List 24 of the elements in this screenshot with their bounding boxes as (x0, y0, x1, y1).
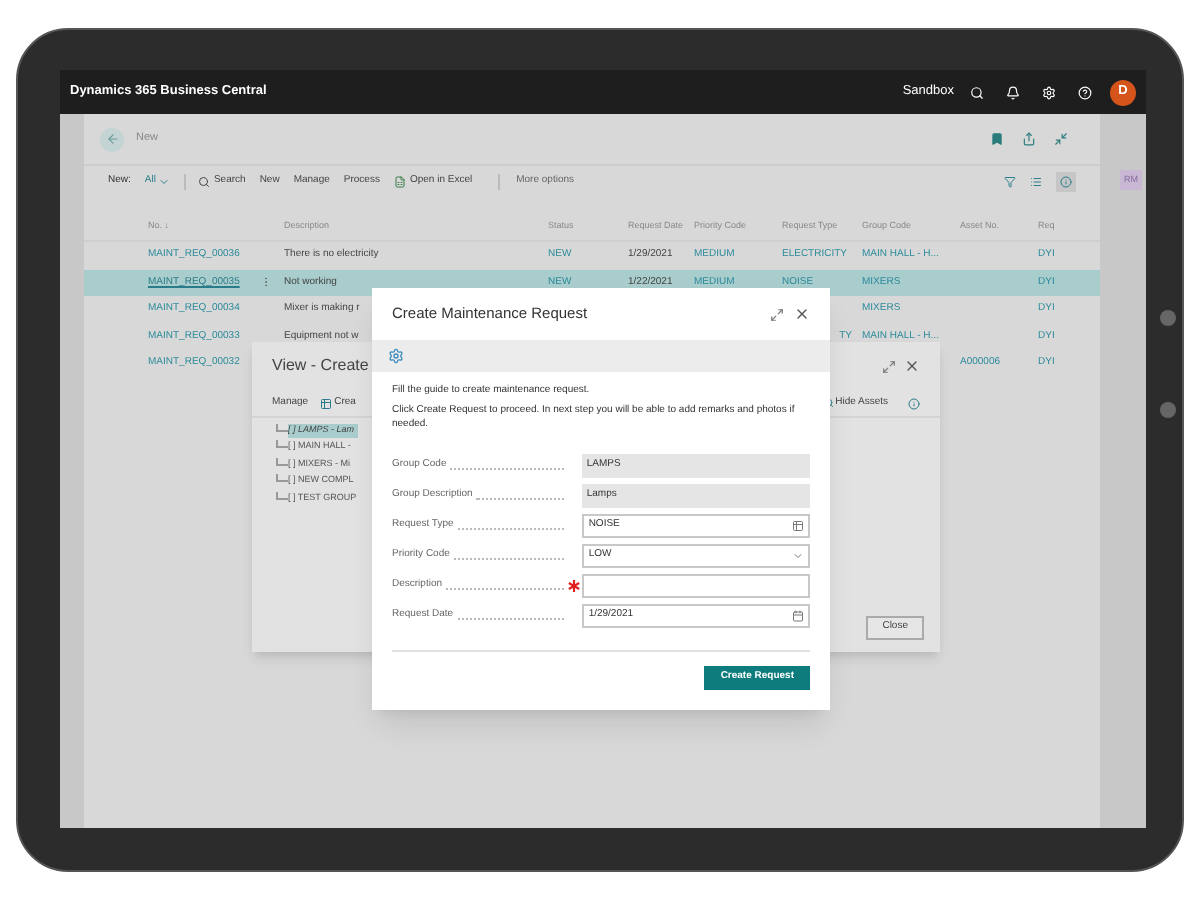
lookup-icon (792, 519, 804, 531)
bell-icon[interactable] (1006, 85, 1020, 99)
back-arrow-icon (105, 132, 119, 146)
calendar-icon (792, 609, 804, 621)
bookmark-icon[interactable] (990, 132, 1004, 146)
caret-icon (792, 549, 804, 561)
filter-icon[interactable] (1004, 176, 1016, 188)
info-button[interactable] (1056, 172, 1076, 192)
help-icon[interactable] (1078, 85, 1092, 99)
expand-icon[interactable] (770, 307, 784, 321)
list-icon[interactable] (1030, 176, 1042, 188)
expand-icon[interactable] (882, 359, 896, 373)
collapse-icon[interactable] (1054, 132, 1068, 146)
caret-icon (157, 176, 170, 188)
spreadsheet-icon (393, 176, 406, 188)
settings-icon[interactable] (1042, 85, 1056, 99)
share-icon[interactable] (1022, 132, 1036, 146)
close-icon[interactable] (794, 306, 810, 322)
gear-icon (388, 348, 404, 364)
input-field[interactable] (582, 573, 810, 597)
info-icon[interactable] (908, 397, 920, 409)
dialog-title: View - Create (272, 354, 369, 378)
table-icon (320, 397, 333, 409)
close-icon[interactable] (904, 358, 920, 374)
